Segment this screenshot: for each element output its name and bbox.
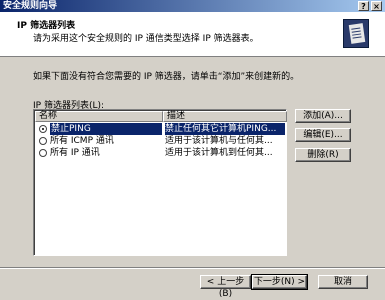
add-button[interactable]: 添加(A)... <box>295 109 351 123</box>
list-item[interactable]: 禁止PING 禁止任何其它计算机PING... <box>36 123 286 135</box>
radio-selected-icon[interactable] <box>39 125 47 133</box>
filter-name: 禁止PING <box>50 123 162 135</box>
list-item[interactable]: 所有 IP 通讯 适用于该计算机到任何其... <box>36 147 286 159</box>
footer-divider <box>0 267 385 269</box>
radio-icon[interactable] <box>39 149 47 157</box>
hint-text: 如果下面没有符合您需要的 IP 筛选器，请单击“添加”来创建新的。 <box>33 72 300 82</box>
window-title: 安全规则向导 <box>3 1 58 11</box>
page-title: IP 筛选器列表 <box>17 21 76 31</box>
cancel-button[interactable]: 取消 <box>318 275 368 289</box>
filter-desc: 适用于该计算机到任何其... <box>165 148 273 158</box>
next-button[interactable]: 下一步(N) > <box>251 274 308 290</box>
wizard-header: IP 筛选器列表 请为采用这个安全规则的 IP 通信类型选择 IP 筛选器表。 <box>0 12 385 57</box>
radio-icon[interactable] <box>39 137 47 145</box>
list-header: 名称 描述 <box>35 111 287 122</box>
filter-list[interactable]: 名称 描述 禁止PING 禁止任何其它计算机PING... 所有 ICMP 通讯… <box>33 109 287 256</box>
page-subtitle: 请为采用这个安全规则的 IP 通信类型选择 IP 筛选器表。 <box>33 34 259 44</box>
filter-name: 所有 IP 通讯 <box>50 148 100 158</box>
list-item[interactable]: 所有 ICMP 通讯 适用于该计算机与任何其... <box>36 135 286 147</box>
edit-button[interactable]: 编辑(E)... <box>295 128 351 142</box>
column-name-header[interactable]: 名称 <box>35 111 163 122</box>
filter-name: 所有 ICMP 通讯 <box>50 136 114 146</box>
remove-button[interactable]: 删除(R) <box>295 148 351 162</box>
back-button[interactable]: < 上一步(B) <box>200 275 251 299</box>
help-icon[interactable]: ? <box>358 1 369 11</box>
wizard-page-icon <box>343 19 369 48</box>
filter-desc: 适用于该计算机与任何其... <box>165 136 273 146</box>
close-icon[interactable]: × <box>371 1 382 11</box>
column-desc-header[interactable]: 描述 <box>163 111 287 122</box>
title-bar: 安全规则向导 ? × <box>0 0 385 12</box>
filter-desc: 禁止任何其它计算机PING... <box>165 123 285 135</box>
wizard-window: 安全规则向导 ? × IP 筛选器列表 请为采用这个安全规则的 IP 通信类型选… <box>0 0 385 300</box>
